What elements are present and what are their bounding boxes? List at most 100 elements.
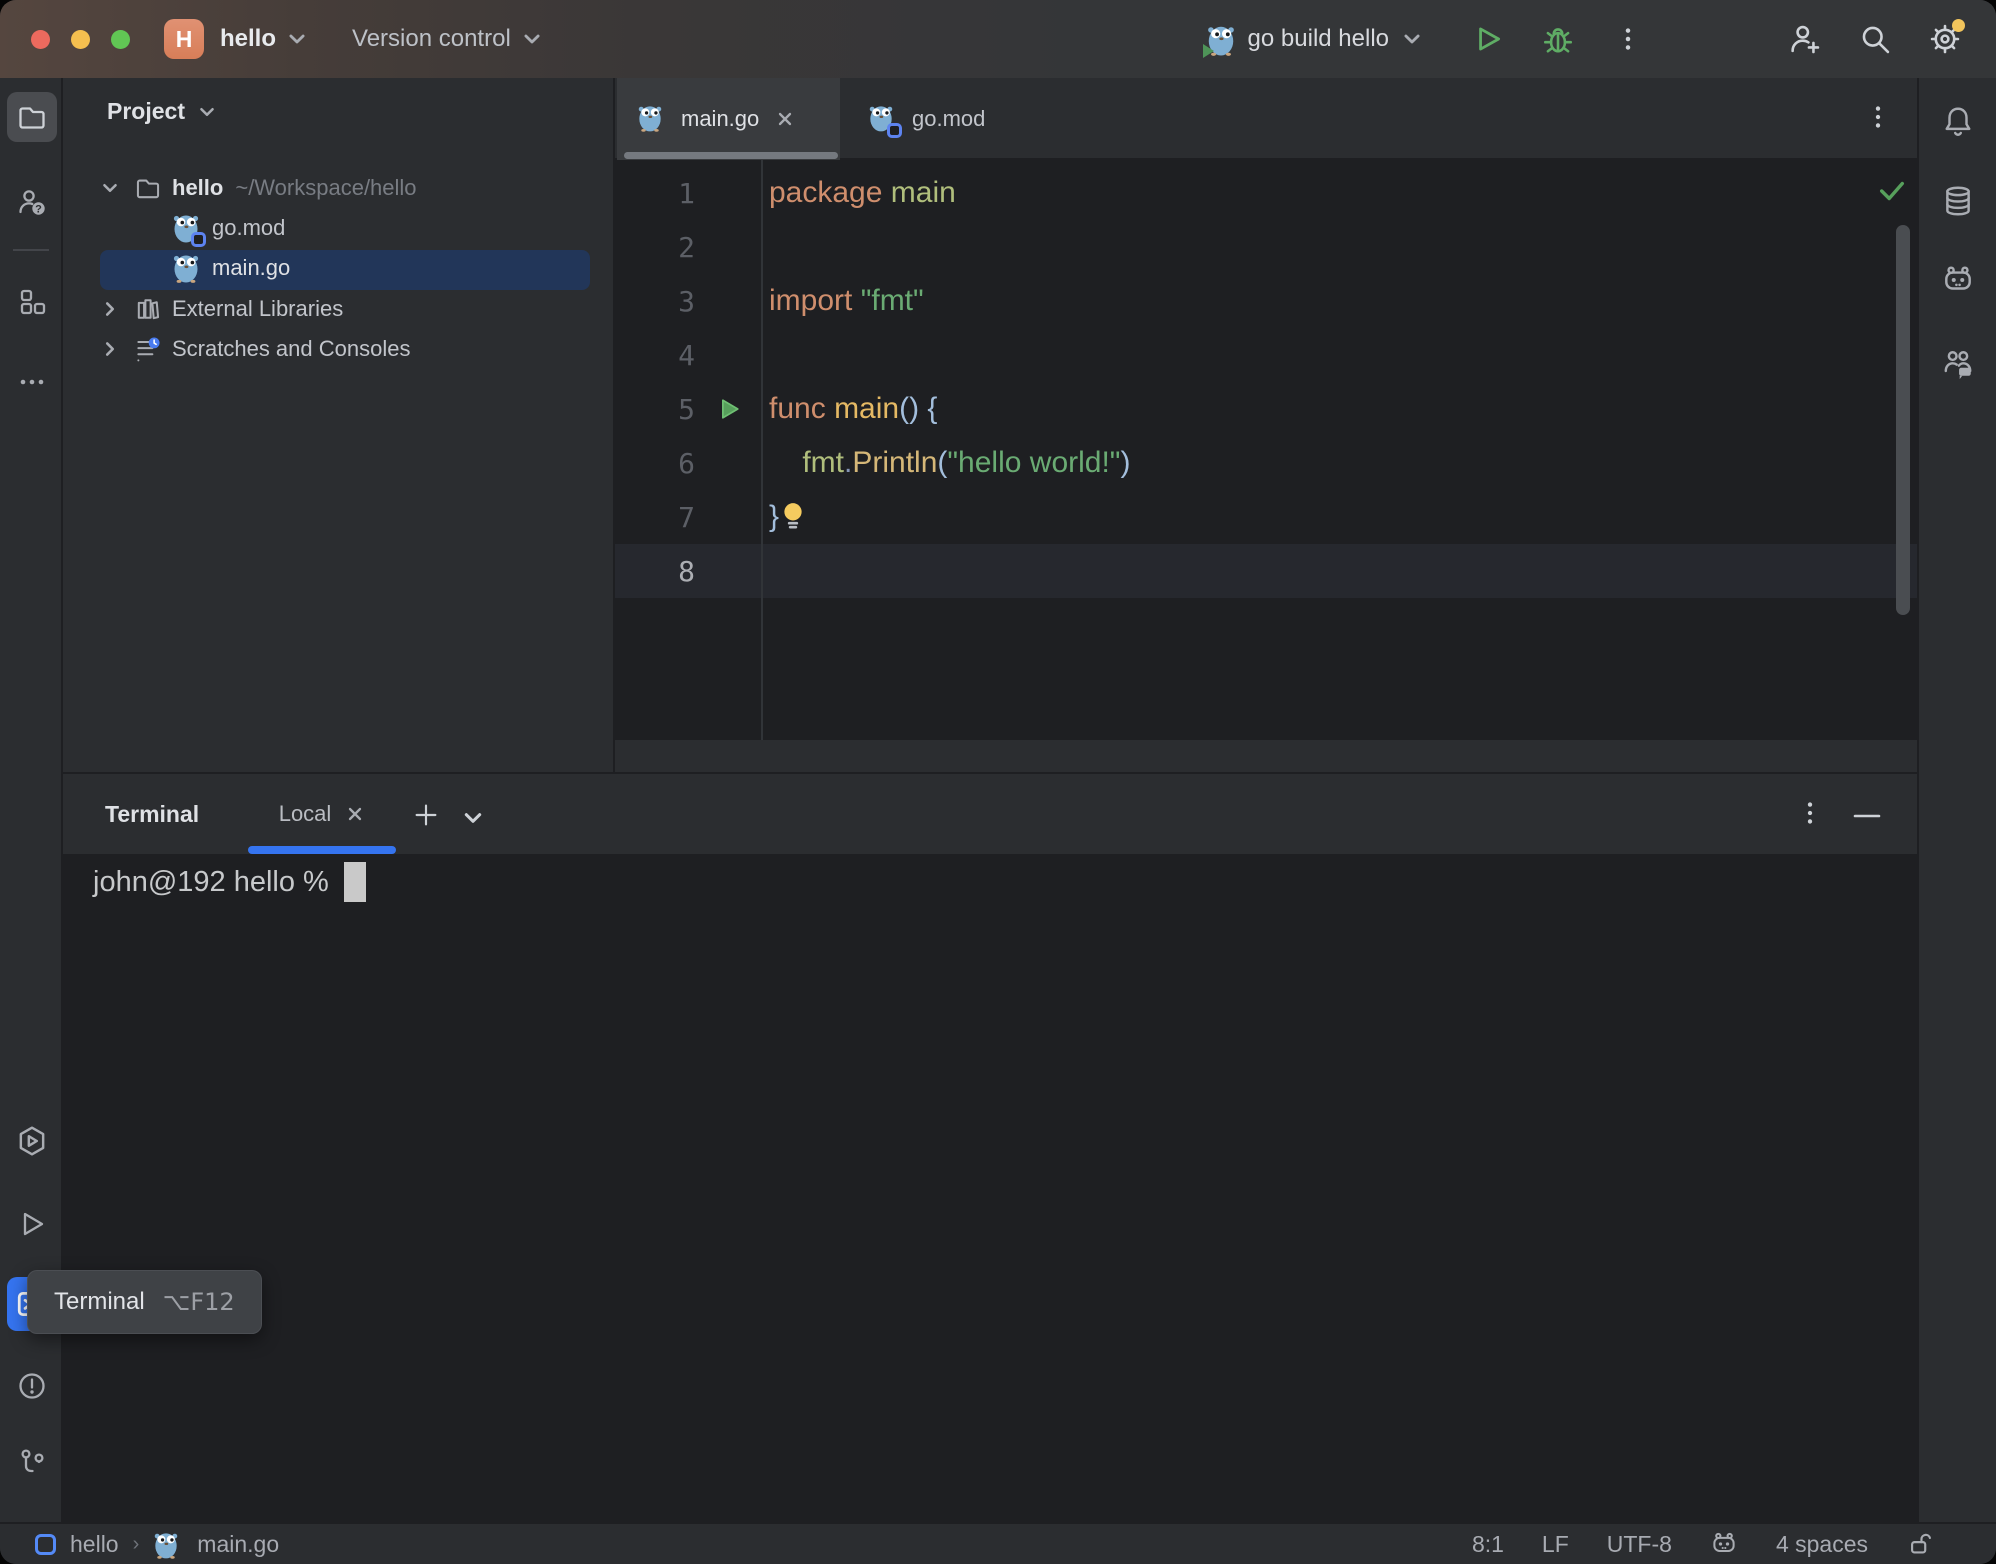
ai-status-icon[interactable] [1710, 1530, 1738, 1558]
gopher-icon [1206, 22, 1236, 56]
version-control-toolwindow-button[interactable] [7, 1437, 57, 1487]
go-file-icon [153, 1529, 183, 1559]
right-toolwindow-bar [1917, 78, 1996, 1522]
tree-item-path: ~/Workspace/hello [235, 175, 416, 201]
breadcrumb-file[interactable]: main.go [197, 1531, 279, 1558]
terminal-output[interactable]: john@192 hello % [63, 854, 1917, 1524]
chevron-down-icon[interactable] [100, 178, 120, 198]
line-number[interactable]: 6 [615, 436, 761, 490]
tree-item-project-root[interactable]: hello ~/Workspace/hello [63, 168, 613, 208]
encoding-widget[interactable]: UTF-8 [1607, 1531, 1672, 1558]
code-line[interactable] [769, 328, 1887, 382]
status-bar: hello › main.go 8:1 LF UTF-8 4 spaces [0, 1522, 1996, 1564]
close-tab-icon[interactable] [345, 804, 365, 824]
terminal-tooltip: Terminal ⌥F12 [27, 1270, 262, 1334]
code-line[interactable] [769, 220, 1887, 274]
active-terminal-tab-underline [248, 846, 396, 854]
run-configuration-selector[interactable]: go build hello [1206, 22, 1423, 56]
indent-widget[interactable]: 4 spaces [1776, 1531, 1868, 1558]
code-editor[interactable]: 12345678 package main import "fmt" func ma… [615, 160, 1917, 740]
code-content: package main import "fmt" func main() { fm… [769, 166, 1887, 598]
close-window-button[interactable] [31, 30, 50, 49]
user-help-toolwindow-button[interactable]: ? [7, 177, 57, 227]
code-line[interactable] [769, 544, 1887, 598]
project-avatar[interactable]: H [164, 19, 204, 59]
add-user-button[interactable] [1783, 17, 1827, 61]
tree-item-external-libraries[interactable]: External Libraries [63, 289, 613, 329]
run-configuration-label: go build hello [1248, 25, 1389, 53]
services-toolwindow-button[interactable] [7, 1116, 57, 1166]
line-number[interactable]: 5 [615, 382, 761, 436]
terminal-prompt-line: john@192 hello % [93, 862, 366, 902]
code-with-me-button[interactable] [1932, 337, 1984, 389]
project-panel-header[interactable]: Project [107, 98, 217, 125]
line-number[interactable]: 1 [615, 166, 761, 220]
code-line[interactable]: fmt.Println("hello world!") [769, 436, 1887, 490]
tree-item-main-go[interactable]: main.go [63, 248, 613, 288]
titlebar-right: go build hello [1206, 0, 1996, 78]
caret-position-widget[interactable]: 8:1 [1472, 1531, 1504, 1558]
main-area: ? [0, 78, 1996, 1522]
run-toolwindow-button[interactable] [7, 1199, 57, 1249]
line-number[interactable]: 7 [615, 490, 761, 544]
chevron-right-icon[interactable] [100, 339, 120, 359]
problems-toolwindow-button[interactable] [7, 1361, 57, 1411]
line-ending-widget[interactable]: LF [1542, 1531, 1569, 1558]
line-number[interactable]: 3 [615, 274, 761, 328]
breadcrumb: hello › main.go [35, 1529, 279, 1559]
code-line[interactable]: import "fmt" [769, 274, 1887, 328]
more-toolwindows-button[interactable] [7, 357, 57, 407]
ai-assistant-button[interactable] [1932, 254, 1984, 306]
more-actions-button[interactable] [1606, 17, 1650, 61]
chevron-right-icon[interactable] [100, 299, 120, 319]
structure-toolwindow-button[interactable] [7, 277, 57, 327]
run-overlay-icon [1203, 44, 1214, 58]
breadcrumb-project[interactable]: hello [70, 1531, 119, 1558]
terminal-tab-local[interactable]: Local [248, 774, 396, 854]
run-gutter-icon[interactable] [715, 395, 743, 423]
settings-notification-dot [1952, 19, 1965, 32]
go-file-icon [172, 251, 202, 285]
terminal-panel-title[interactable]: Terminal [105, 774, 199, 854]
inspections-ok-icon[interactable] [1877, 176, 1907, 206]
editor-scrollbar[interactable] [1896, 225, 1910, 615]
editor-tab-go-mod[interactable]: go.mod [848, 78, 1005, 160]
editor-tabbar: main.go go.mod [615, 78, 1917, 160]
module-icon [35, 1534, 56, 1555]
project-switcher[interactable]: hello [220, 25, 308, 53]
settings-button[interactable] [1923, 17, 1967, 61]
code-line[interactable]: package main [769, 166, 1887, 220]
project-panel: Project hello ~/Workspace/hello go.mod [63, 78, 615, 772]
chevron-down-icon [286, 28, 308, 50]
close-tab-icon[interactable] [775, 109, 795, 129]
tab-options-button[interactable] [1863, 102, 1893, 132]
tree-item-go-mod[interactable]: go.mod [63, 208, 613, 248]
new-terminal-session-button[interactable] [411, 800, 441, 830]
debug-button[interactable] [1536, 17, 1580, 61]
hide-terminal-button[interactable] [1853, 812, 1881, 820]
terminal-caret [344, 862, 366, 902]
database-toolwindow-button[interactable] [1932, 175, 1984, 227]
tree-item-scratches[interactable]: Scratches and Consoles [63, 329, 613, 369]
titlebar: H hello Version control go build hello [0, 0, 1996, 78]
vcs-menu[interactable]: Version control [352, 25, 543, 53]
project-toolwindow-button[interactable] [7, 92, 57, 142]
intention-bulb-icon[interactable] [781, 500, 805, 532]
tooltip-shortcut: ⌥F12 [163, 1288, 235, 1316]
search-everywhere-button[interactable] [1853, 17, 1897, 61]
lock-open-icon[interactable] [1906, 1529, 1936, 1559]
line-number[interactable]: 8 [615, 544, 761, 598]
minimize-window-button[interactable] [71, 30, 90, 49]
editor-tab-main-go[interactable]: main.go [617, 78, 840, 160]
code-line[interactable]: func main() { [769, 382, 1887, 436]
line-number[interactable]: 4 [615, 328, 761, 382]
zoom-window-button[interactable] [111, 30, 130, 49]
code-line[interactable]: } [769, 490, 1887, 544]
run-button[interactable] [1466, 17, 1510, 61]
line-number[interactable]: 2 [615, 220, 761, 274]
notifications-button[interactable] [1932, 95, 1984, 147]
terminal-sessions-dropdown[interactable] [461, 806, 485, 830]
go-module-icon [172, 211, 202, 245]
terminal-options-button[interactable] [1795, 798, 1825, 828]
go-module-icon [868, 102, 898, 136]
